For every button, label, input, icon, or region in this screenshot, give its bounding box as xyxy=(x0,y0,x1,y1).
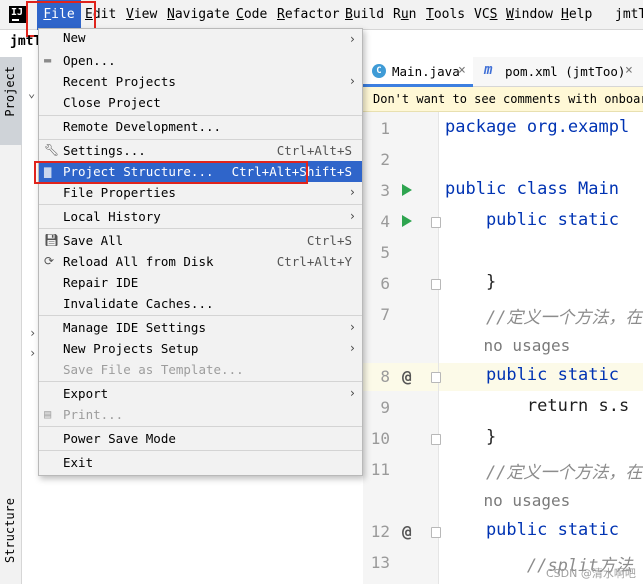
fold-marker-icon[interactable] xyxy=(431,217,441,228)
tab-close-icon[interactable]: × xyxy=(625,63,633,78)
code-line[interactable]: } xyxy=(445,427,496,447)
gutter-divider xyxy=(438,112,439,584)
menu-item-repair-ide[interactable]: Repair IDE xyxy=(39,272,362,293)
code-line[interactable]: public class Main xyxy=(445,179,629,199)
submenu-arrow-icon: › xyxy=(348,209,356,223)
usages-hint[interactable]: no usages xyxy=(445,491,571,510)
menu-view[interactable]: View xyxy=(126,0,157,30)
menu-item-exit[interactable]: Exit xyxy=(39,452,362,473)
usages-hint[interactable]: no usages xyxy=(445,336,571,355)
window-title: jmtT xyxy=(615,7,643,22)
fold-marker-icon[interactable] xyxy=(431,372,441,383)
submenu-arrow-icon: › xyxy=(348,320,356,334)
menu-item-save-file-as-template: Save File as Template... xyxy=(63,362,244,377)
menu-item-settings[interactable]: 🔧︎ Settings... Ctrl+Alt+S xyxy=(39,140,362,161)
line-number: 10 xyxy=(370,429,390,448)
menu-navigate[interactable]: Navigate xyxy=(167,0,230,30)
line-number: 8 xyxy=(380,367,390,386)
menu-separator xyxy=(39,450,362,451)
tab-pom-xml[interactable]: pom.xml (jmtToo) xyxy=(505,64,625,79)
menu-window[interactable]: Window xyxy=(506,0,553,30)
fold-marker-icon[interactable] xyxy=(431,279,441,290)
wrench-icon: 🔧︎ xyxy=(44,143,60,157)
menu-separator xyxy=(39,426,362,427)
tree-chevron-right-icon[interactable]: › xyxy=(29,326,36,340)
tree-chevron-right-icon[interactable]: › xyxy=(29,346,36,360)
run-gutter-icon[interactable] xyxy=(402,215,412,227)
menu-separator xyxy=(39,381,362,382)
tree-chevron-down-icon[interactable]: ⌄ xyxy=(28,86,35,100)
fold-marker-icon[interactable] xyxy=(431,434,441,445)
menu-item-reload-all[interactable]: ⟳ Reload All from Disk Ctrl+Alt+Y xyxy=(39,251,362,272)
print-icon: ▤ xyxy=(44,407,52,421)
project-name: jmtT xyxy=(10,34,42,49)
line-number: 6 xyxy=(380,274,390,293)
menu-code[interactable]: Code xyxy=(236,0,267,30)
menu-run[interactable]: Run xyxy=(393,0,416,30)
menu-item-recent-projects[interactable]: Recent Projects › xyxy=(39,71,362,92)
menu-help[interactable]: Help xyxy=(561,0,592,30)
menu-tools[interactable]: Tools xyxy=(426,0,465,30)
code-line[interactable]: } xyxy=(445,272,496,292)
menu-vcs[interactable]: VCS xyxy=(474,0,497,30)
project-structure-annotation-box xyxy=(34,161,308,184)
menu-build[interactable]: Build xyxy=(345,0,384,30)
folder-open-icon: ▬ xyxy=(44,53,52,67)
code-line[interactable]: public static xyxy=(445,210,629,230)
menu-item-power-save-mode[interactable]: Power Save Mode xyxy=(39,428,362,449)
line-number: 3 xyxy=(380,181,390,200)
submenu-arrow-icon: › xyxy=(348,341,356,355)
annotation-at-icon[interactable]: @ xyxy=(402,522,412,541)
save-icon: 💾︎ xyxy=(44,233,60,247)
menu-item-export[interactable]: Export › xyxy=(39,383,362,404)
intellij-logo-icon: IJ xyxy=(9,6,26,23)
code-comment[interactable]: //定义一个方法，在 xyxy=(445,458,642,483)
menu-item-save-all[interactable]: 💾︎ Save All Ctrl+S xyxy=(39,230,362,251)
tab-main-java-label: Main.java xyxy=(392,64,460,79)
line-number: 12 xyxy=(370,522,390,541)
fold-marker-icon[interactable] xyxy=(431,527,441,538)
annotation-at-icon[interactable]: @ xyxy=(402,367,412,386)
onboarding-banner-text: Don't want to see comments with onboard xyxy=(373,92,643,106)
menu-separator xyxy=(39,204,362,205)
submenu-arrow-icon: › xyxy=(348,185,356,199)
submenu-arrow-icon: › xyxy=(348,32,356,46)
menu-item-close-project[interactable]: Close Project xyxy=(39,92,362,113)
csdn-watermark: CSDN @清水啊吧 xyxy=(546,567,636,580)
structure-tab-label[interactable]: Structure xyxy=(3,498,17,563)
code-line[interactable]: public static xyxy=(445,365,629,385)
menu-item-open[interactable]: ▬ Open... xyxy=(39,50,362,71)
code-line[interactable]: return s.s xyxy=(445,396,629,416)
menu-refactor[interactable]: Refactor xyxy=(277,0,340,30)
menu-item-new[interactable]: New › xyxy=(39,30,362,48)
menu-separator xyxy=(39,315,362,316)
java-class-icon: C xyxy=(372,64,386,78)
menu-item-new-projects-setup[interactable]: New Projects Setup › xyxy=(39,338,362,359)
menu-item-remote-development[interactable]: Remote Development... xyxy=(39,116,362,137)
line-number: 2 xyxy=(380,150,390,169)
tab-close-icon[interactable]: × xyxy=(458,63,466,78)
line-number: 5 xyxy=(380,243,390,262)
line-number: 13 xyxy=(370,553,390,572)
submenu-arrow-icon: › xyxy=(348,386,356,400)
menu-item-local-history[interactable]: Local History › xyxy=(39,206,362,227)
submenu-arrow-icon: › xyxy=(348,74,356,88)
line-number: 11 xyxy=(370,460,390,479)
menu-separator xyxy=(39,228,362,229)
menu-item-print: ▤ Print... xyxy=(44,407,124,422)
menu-item-file-properties[interactable]: File Properties › xyxy=(39,182,362,203)
project-tab-label: Project xyxy=(3,66,17,117)
line-number: 7 xyxy=(380,305,390,324)
line-number: 9 xyxy=(380,398,390,417)
menu-item-manage-ide-settings[interactable]: Manage IDE Settings › xyxy=(39,317,362,338)
line-number: 4 xyxy=(380,212,390,231)
line-number: 1 xyxy=(380,119,390,138)
code-line[interactable]: package org.exampl xyxy=(445,117,629,137)
code-comment[interactable]: //定义一个方法，在 xyxy=(445,303,642,328)
menu-item-invalidate-caches[interactable]: Invalidate Caches... xyxy=(39,293,362,314)
maven-icon: m xyxy=(484,62,493,78)
run-gutter-icon[interactable] xyxy=(402,184,412,196)
code-line[interactable]: public static xyxy=(445,520,629,540)
reload-icon: ⟳ xyxy=(44,254,55,268)
